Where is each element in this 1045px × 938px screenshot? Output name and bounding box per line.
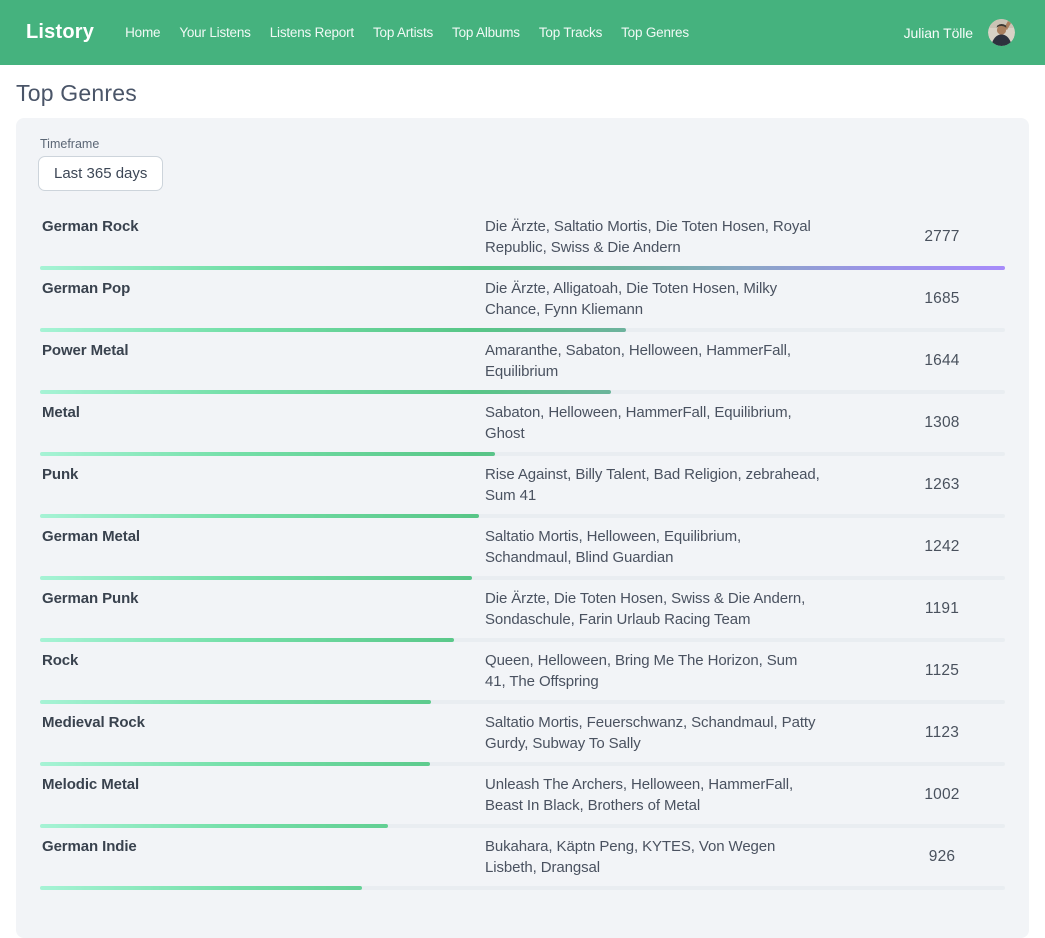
genre-artists: Rise Against, Billy Talent, Bad Religion… [485,464,820,506]
user-menu[interactable]: Julian Tölle [904,19,1015,46]
genre-artists: Saltatio Mortis, Helloween, Equilibrium,… [485,526,820,568]
user-avatar[interactable] [988,19,1015,46]
nav-left-group: Listory Home Your Listens Listens Report To… [26,21,689,44]
genre-count: 1308 [877,414,1007,432]
genre-name: German Punk [38,588,485,609]
genre-count: 1125 [877,662,1007,680]
genre-row: Power Metal Amaranthe, Sabaton, Hellowee… [38,332,1007,394]
genre-artists: Die Ärzte, Saltatio Mortis, Die Toten Ho… [485,216,820,258]
nav-item-top-tracks[interactable]: Top Tracks [539,25,602,40]
genre-name: Rock [38,650,485,671]
genre-count: 1242 [877,538,1007,556]
genre-bar-fill [40,886,362,890]
genre-name: Metal [38,402,485,423]
brand-logo[interactable]: Listory [26,21,94,44]
genre-count: 1685 [877,290,1007,308]
genre-count: 1263 [877,476,1007,494]
genre-count: 1644 [877,352,1007,370]
genre-row: Metal Sabaton, Helloween, HammerFall, Eq… [38,394,1007,456]
main-content: Top Genres Timeframe Last 365 days Germa… [0,79,1045,938]
user-avatar-photo-icon [988,19,1015,46]
nav-item-listens-report[interactable]: Listens Report [270,25,354,40]
nav-item-top-genres[interactable]: Top Genres [621,25,689,40]
timeframe-select[interactable]: Last 365 days [38,156,163,191]
genre-artists: Unleash The Archers, Helloween, HammerFa… [485,774,820,816]
genre-count: 1002 [877,786,1007,804]
genre-row: Medieval Rock Saltatio Mortis, Feuerschw… [38,704,1007,766]
nav-item-your-listens[interactable]: Your Listens [179,25,250,40]
genre-name: Melodic Metal [38,774,485,795]
genre-artists: Sabaton, Helloween, HammerFall, Equilibr… [485,402,820,444]
genre-row: Punk Rise Against, Billy Talent, Bad Rel… [38,456,1007,518]
genre-artists: Die Ärzte, Die Toten Hosen, Swiss & Die … [485,588,820,630]
genre-count: 1123 [877,724,1007,742]
genre-row: Rock Queen, Helloween, Bring Me The Hori… [38,642,1007,704]
nav-item-top-albums[interactable]: Top Albums [452,25,520,40]
genre-row: German Rock Die Ärzte, Saltatio Mortis, … [38,208,1007,270]
genre-count: 926 [877,848,1007,866]
genre-artists: Queen, Helloween, Bring Me The Horizon, … [485,650,820,692]
genre-name: German Metal [38,526,485,547]
genre-artists: Amaranthe, Sabaton, Helloween, HammerFal… [485,340,820,382]
genre-progress-track [40,886,1005,890]
genre-row: German Indie Bukahara, Käptn Peng, KYTES… [38,828,1007,890]
genre-artists: Die Ärzte, Alligatoah, Die Toten Hosen, … [485,278,820,320]
genre-count: 1191 [877,600,1007,618]
genre-row: German Metal Saltatio Mortis, Helloween,… [38,518,1007,580]
timeframe-label: Timeframe [40,137,1007,151]
nav-item-home[interactable]: Home [125,25,160,40]
genre-name: Power Metal [38,340,485,361]
nav-item-top-artists[interactable]: Top Artists [373,25,433,40]
genre-name: Medieval Rock [38,712,485,733]
genre-name: German Rock [38,216,485,237]
page-title: Top Genres [16,79,1029,107]
genre-row: German Punk Die Ärzte, Die Toten Hosen, … [38,580,1007,642]
genre-count: 2777 [877,228,1007,246]
genre-name: Punk [38,464,485,485]
top-navbar: Listory Home Your Listens Listens Report To… [0,0,1045,65]
user-name: Julian Tölle [904,25,973,41]
genre-name: German Indie [38,836,485,857]
genres-table: German Rock Die Ärzte, Saltatio Mortis, … [38,208,1007,890]
nav-links: Home Your Listens Listens Report Top Artist… [125,25,689,40]
genre-artists: Saltatio Mortis, Feuerschwanz, Schandmau… [485,712,820,754]
genre-row: Melodic Metal Unleash The Archers, Hello… [38,766,1007,828]
genre-row: German Pop Die Ärzte, Alligatoah, Die To… [38,270,1007,332]
top-genres-card: Timeframe Last 365 days German Rock Die … [16,118,1029,938]
genre-artists: Bukahara, Käptn Peng, KYTES, Von Wegen L… [485,836,820,878]
genre-name: German Pop [38,278,485,299]
